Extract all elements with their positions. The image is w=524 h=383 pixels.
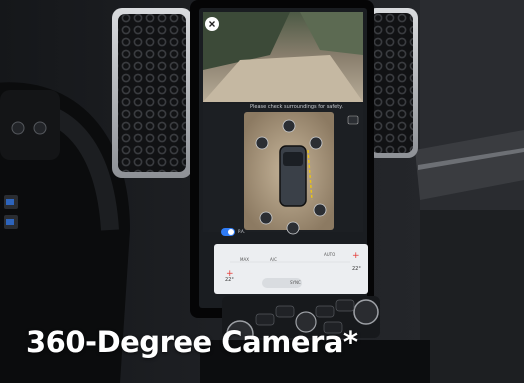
feature-caption: 360-Degree Camera* [26,325,358,359]
camera-front-right-button[interactable] [309,136,323,150]
max-defrost-button[interactable]: MAX [240,257,249,262]
sync-button[interactable]: SYNC [290,280,301,285]
svg-text:+: + [352,251,360,261]
right-knob[interactable] [353,299,379,325]
auto-button[interactable]: AUTO [324,252,335,257]
left-temp-readout: 22° [225,277,234,283]
parking-assist-label: P.A. [238,229,245,234]
camera-front-button[interactable] [282,119,296,133]
camera-rear-button[interactable] [286,221,300,235]
camera-rear-right-button[interactable] [313,203,327,217]
safety-message: Please check surroundings for safety. [250,104,343,110]
right-temp-readout: 22° [352,266,361,272]
camera-rear-left-button[interactable] [259,211,273,225]
camera-front-left-button[interactable] [255,136,269,150]
ac-button[interactable]: A/C [270,257,277,262]
